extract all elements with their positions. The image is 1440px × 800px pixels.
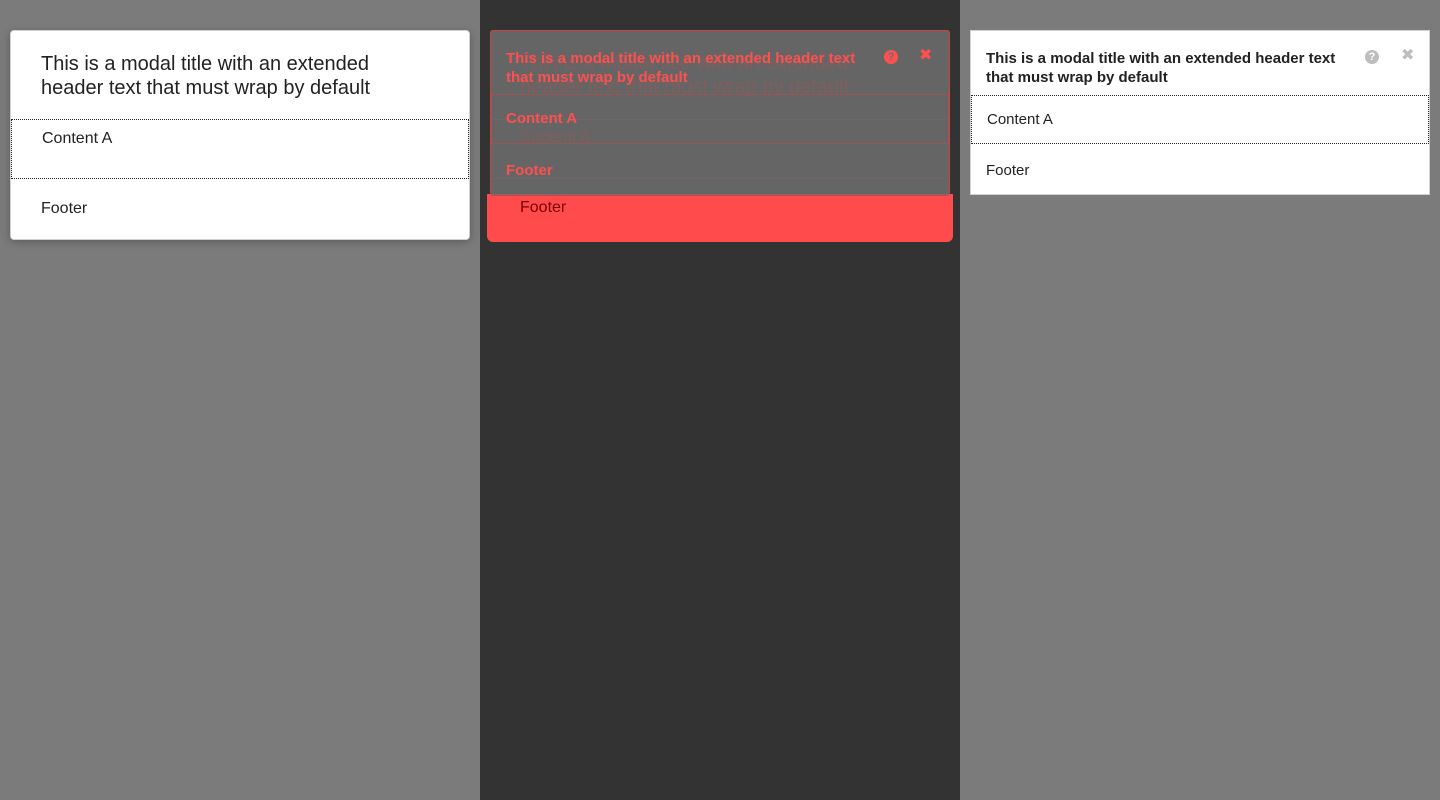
modal-large: This is a modal title with an extended h… bbox=[10, 30, 470, 240]
diff-ghost-footer: Footer bbox=[520, 199, 567, 216]
modal-compact-title: This is a modal title with an extended h… bbox=[986, 50, 1336, 86]
diff-compact-content-text: Content A bbox=[506, 110, 578, 127]
modal-content: Content A bbox=[11, 119, 469, 179]
modal-compact-footer: Footer bbox=[986, 162, 1030, 179]
modal-title: This is a modal title with an extended h… bbox=[41, 53, 371, 99]
close-icon[interactable]: ✖ bbox=[919, 47, 932, 65]
left-panel: This is a modal title with an extended h… bbox=[0, 0, 480, 800]
modal-header: This is a modal title with an extended h… bbox=[11, 31, 469, 119]
modal-compact: This is a modal title with an extended h… bbox=[970, 30, 1430, 195]
modal-content-text: Content A bbox=[42, 130, 113, 147]
modal-compact-content: Content A bbox=[971, 95, 1429, 144]
diff-panel: This is a modal title with an extended h… bbox=[480, 0, 960, 800]
close-icon[interactable]: ✖ bbox=[1401, 47, 1414, 65]
diff-compact-content: Content A bbox=[491, 94, 949, 144]
diff-compact-modal: This is a modal title with an extended h… bbox=[490, 30, 950, 196]
right-panel: This is a modal title with an extended h… bbox=[960, 0, 1440, 800]
diff-compact-title: This is a modal title with an extended h… bbox=[506, 50, 856, 86]
modal-compact-content-text: Content A bbox=[987, 111, 1053, 128]
modal-footer: Footer bbox=[41, 200, 88, 217]
question-circle-icon[interactable]: ? bbox=[1365, 50, 1379, 64]
question-circle-icon[interactable]: ? bbox=[884, 50, 898, 64]
diff-compact-footer: Footer bbox=[506, 162, 553, 179]
